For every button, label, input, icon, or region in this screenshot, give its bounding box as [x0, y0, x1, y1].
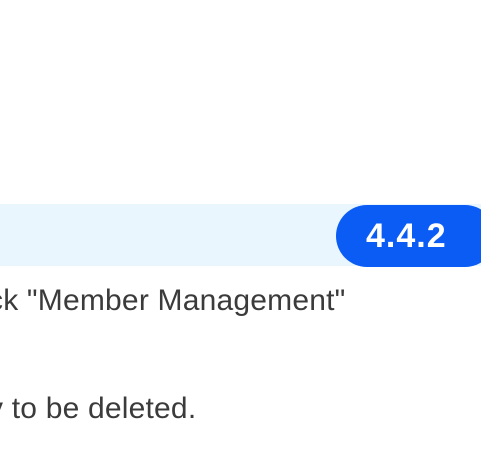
instruction-line-2: y to be deleted. — [0, 392, 197, 425]
version-badge: 4.4.2 — [336, 205, 481, 267]
instruction-line-1: ck "Member Management" — [0, 284, 346, 317]
doc-page: 4.4.2 ck "Member Management" y to be del… — [0, 0, 481, 452]
